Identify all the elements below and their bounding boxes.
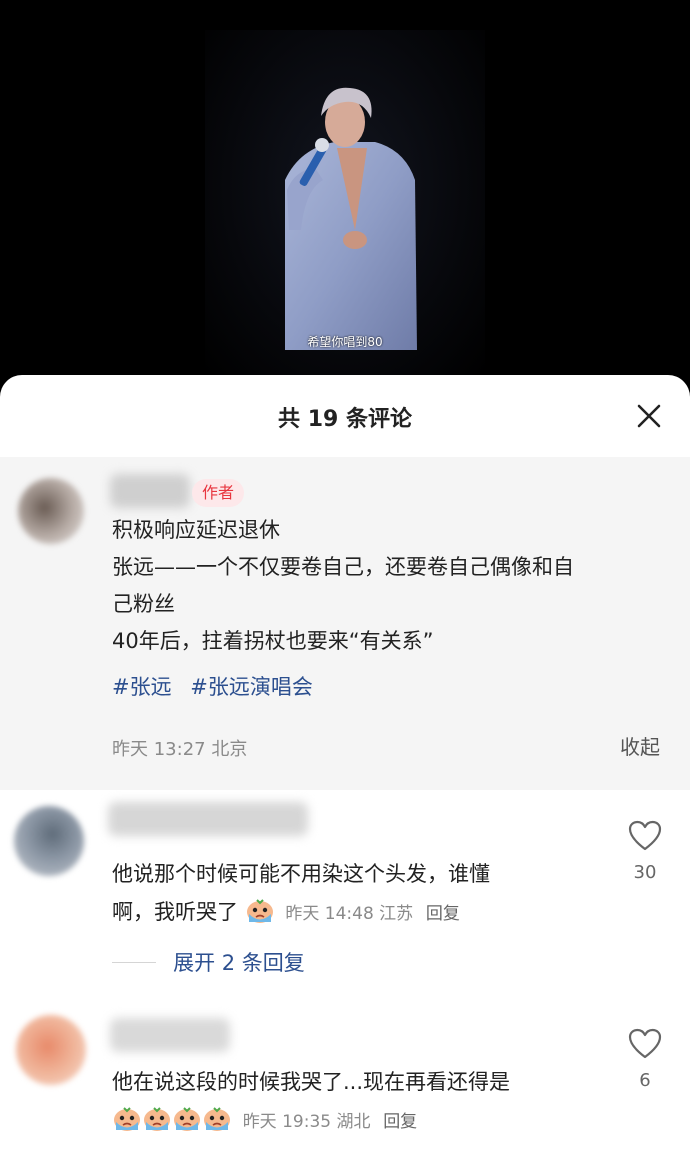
video-subtitle: 希望你唱到80 [307, 335, 383, 349]
hashtag-row: #张远 #张远演唱会 [112, 671, 325, 701]
pinned-comment-text: 积极响应延迟退休 张远——一个不仅要卷自己，还要卷自己偶像和自 己粉丝 40年后… [112, 512, 662, 660]
like-count: 6 [639, 1070, 651, 1091]
avatar[interactable] [18, 478, 84, 544]
comment-line-text: 啊，我听哭了 [112, 900, 238, 924]
hashtag-link[interactable]: #张远 [112, 675, 172, 699]
collapse-button[interactable]: 收起 [620, 731, 660, 760]
crying-emoji-icon [246, 899, 273, 923]
comment-meta: 昨天 19:35 湖北 [242, 1112, 371, 1132]
author-badge: 作者 [192, 479, 244, 507]
comment-line: 积极响应延迟退休 [112, 518, 280, 542]
comment-line: 40年后，拄着拐杖也要来“有关系” [112, 629, 434, 653]
comment-meta: 昨天 13:27 北京 [112, 739, 248, 760]
reply-button[interactable]: 回复 [383, 1112, 417, 1132]
avatar[interactable] [16, 1015, 86, 1085]
like-count: 30 [633, 862, 657, 883]
username-blurred[interactable] [110, 1018, 230, 1052]
expand-replies-button[interactable]: 展开 2 条回复 [112, 947, 305, 977]
comment-meta: 昨天 14:48 江苏 [285, 904, 414, 924]
singer-figure [285, 87, 417, 350]
comment-line: 他在说这段的时候我哭了...现在再看还得是 [112, 1070, 511, 1094]
close-button[interactable] [634, 401, 664, 431]
like-button[interactable] [628, 1028, 662, 1064]
avatar[interactable] [14, 806, 84, 876]
crying-emoji-icon [174, 1107, 200, 1131]
reply-button[interactable]: 回复 [426, 904, 460, 924]
hashtag-link[interactable]: #张远演唱会 [190, 675, 313, 699]
expand-replies-label: 展开 2 条回复 [173, 951, 305, 975]
comment-line: 己粉丝 [112, 592, 175, 616]
comment-line: 他说那个时候可能不用染这个头发，谁懂 [112, 862, 490, 886]
heart-icon [628, 820, 662, 851]
comment-count-title: 共 19 条评论 [278, 407, 412, 432]
comment-line: 张远——一个不仅要卷自己，还要卷自己偶像和自 [112, 555, 574, 579]
comment-text: 他说那个时候可能不用染这个头发，谁懂 啊，我听哭了 昨天 14:48 江苏 回复 [112, 855, 490, 933]
video-frame [205, 30, 485, 375]
divider [112, 961, 156, 963]
sheet-header: 共 19 条评论 [0, 375, 690, 457]
comment-line: 啊，我听哭了 昨天 14:48 江苏 回复 [112, 893, 490, 933]
crying-emoji-icon [114, 1107, 140, 1131]
like-button[interactable] [628, 820, 662, 856]
comment-text: 他在说这段的时候我哭了...现在再看还得是 昨天 19:35 湖北 回复 [112, 1063, 510, 1141]
crying-emoji-icon [144, 1107, 170, 1131]
close-icon [637, 404, 661, 428]
crying-emoji-icon [204, 1107, 230, 1131]
username-blurred[interactable] [110, 474, 190, 508]
heart-icon [628, 1028, 662, 1059]
comment-line: 昨天 19:35 湖北 回复 [112, 1101, 510, 1141]
username-blurred[interactable] [108, 802, 308, 836]
video-player[interactable]: 希望你唱到80 [0, 0, 690, 400]
